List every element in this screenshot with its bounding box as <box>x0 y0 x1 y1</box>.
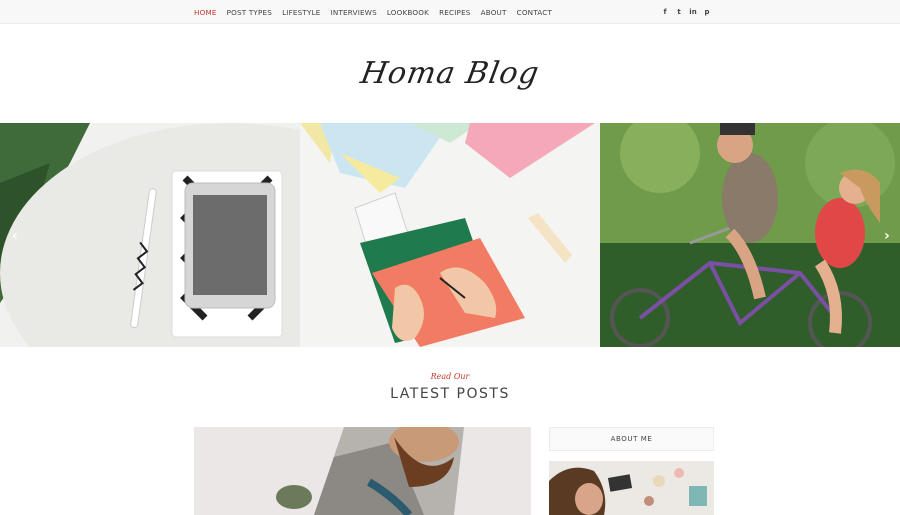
hero-slider: ‹ › <box>0 123 900 347</box>
slide-phone-desk[interactable] <box>0 123 300 347</box>
linkedin-icon[interactable]: in <box>686 8 700 16</box>
nav-post-types[interactable]: POST TYPES <box>227 8 272 17</box>
phone-desk-image <box>0 123 300 347</box>
section-title: LATEST POSTS <box>390 386 510 402</box>
facebook-icon[interactable]: f <box>658 8 672 16</box>
main-nav: HOME POST TYPES LIFESTYLE INTERVIEWS LOO… <box>194 0 562 24</box>
about-me-header: ABOUT ME <box>549 427 714 451</box>
paper-craft-image <box>300 123 600 347</box>
post-thumbnail-image <box>194 427 531 515</box>
top-bar: HOME POST TYPES LIFESTYLE INTERVIEWS LOO… <box>0 0 900 24</box>
section-kicker: Read Our <box>430 372 470 381</box>
slider-next-button[interactable]: › <box>884 228 890 244</box>
nav-interviews[interactable]: INTERVIEWS <box>331 8 377 17</box>
nav-about[interactable]: ABOUT <box>481 8 507 17</box>
social-links: f t in p <box>658 0 714 24</box>
twitter-icon[interactable]: t <box>672 8 686 16</box>
pinterest-icon[interactable]: p <box>700 8 714 16</box>
site-logo[interactable]: Homa Blog <box>358 56 542 91</box>
nav-home[interactable]: HOME <box>194 8 217 17</box>
nav-recipes[interactable]: RECIPES <box>439 8 471 17</box>
slider-prev-button[interactable]: ‹ <box>12 228 18 244</box>
nav-contact[interactable]: CONTACT <box>517 8 552 17</box>
slide-bicycle[interactable] <box>600 123 900 347</box>
about-me-photo <box>549 461 714 515</box>
about-me-title: ABOUT ME <box>610 435 653 443</box>
nav-lookbook[interactable]: LOOKBOOK <box>387 8 429 17</box>
about-me-image[interactable] <box>549 461 714 515</box>
bicycle-image <box>600 123 900 347</box>
nav-lifestyle[interactable]: LIFESTYLE <box>282 8 321 17</box>
post-thumbnail[interactable] <box>194 427 531 515</box>
logo-area: Homa Blog <box>0 24 900 123</box>
slide-paper-craft[interactable] <box>300 123 600 347</box>
